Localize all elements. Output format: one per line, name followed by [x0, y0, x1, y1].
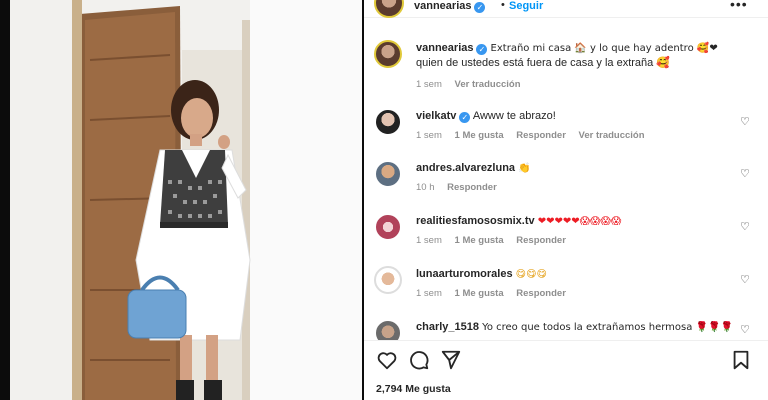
instagram-post-modal: vannearias ✓ • Seguir ••• vannearias ✓ Ext…: [0, 0, 768, 400]
commenter-username[interactable]: realitiesfamososmix.tv: [416, 215, 535, 227]
like-icon[interactable]: [376, 349, 398, 371]
caption-username[interactable]: vannearias: [416, 42, 473, 54]
heart-small-icon[interactable]: ♡: [740, 273, 750, 286]
caption-time: 1 sem: [416, 79, 442, 90]
commenter-avatar[interactable]: [374, 160, 402, 188]
author-username[interactable]: vannearias ✓: [414, 0, 486, 13]
caption-meta: 1 sem Ver traducción: [416, 79, 531, 90]
comment-text-line: realitiesfamososmix.tv ❤❤❤❤❤😱😱😱😱: [416, 214, 621, 229]
comment-time: 1 sem: [416, 288, 442, 299]
comment-meta: 1 sem 1 Me gusta Responder: [416, 288, 576, 299]
commenter-username[interactable]: charly_1518: [416, 321, 479, 333]
commenter-avatar[interactable]: [374, 108, 402, 136]
comment-meta: 1 sem 1 Me gusta Responder: [416, 235, 576, 246]
comment-text-line: lunaarturomorales 😋😋😋: [416, 267, 547, 282]
save-icon[interactable]: [730, 349, 752, 371]
caption-line-1: vannearias ✓ Extraño mi casa 🏠 y lo que h…: [416, 41, 718, 56]
commenter-username[interactable]: vielkatv: [416, 110, 456, 122]
verified-icon: ✓: [474, 2, 486, 13]
post-actions: 2,794 Me gusta: [364, 340, 768, 400]
comment-text: 👏: [518, 163, 531, 174]
comment-text: ❤❤❤❤❤😱😱😱😱: [537, 216, 622, 227]
modal-backdrop: [0, 0, 10, 400]
comment-text-line: andres.alvarezluna 👏: [416, 161, 531, 176]
comment-item: charly_1518 Yo creo que todos la extraña…: [364, 319, 768, 340]
heart-small-icon[interactable]: ♡: [740, 220, 750, 233]
commenter-avatar[interactable]: [374, 213, 402, 241]
more-icon[interactable]: •••: [730, 0, 748, 12]
author-avatar[interactable]: [374, 0, 404, 18]
reply-button[interactable]: Responder: [516, 288, 566, 299]
caption-line-2: quien de ustedes está fuera de casa y la…: [416, 57, 671, 69]
post-photo[interactable]: [10, 0, 362, 400]
comment-likes[interactable]: 1 Me gusta: [455, 130, 504, 141]
heart-small-icon[interactable]: ♡: [740, 167, 750, 180]
comment-meta: 1 sem 1 Me gusta Responder Ver traducció…: [416, 130, 655, 141]
see-translation-button[interactable]: Ver traducción: [455, 79, 521, 90]
comment-text: Awww te abrazo!: [472, 110, 556, 122]
comment-text-line: charly_1518 Yo creo que todos la extraña…: [416, 320, 733, 335]
comment-icon[interactable]: [408, 349, 430, 371]
reply-button[interactable]: Responder: [516, 235, 566, 246]
post-photo-illustration: [10, 0, 362, 400]
comment-likes[interactable]: 1 Me gusta: [455, 288, 504, 299]
commenter-avatar[interactable]: [374, 266, 402, 294]
comment-time: 1 sem: [416, 235, 442, 246]
separator-dot: •: [501, 0, 505, 11]
commenter-avatar[interactable]: [374, 319, 402, 340]
comment-text: 😋😋😋: [515, 269, 547, 280]
follow-button[interactable]: Seguir: [509, 0, 543, 12]
post-header: vannearias ✓ • Seguir •••: [364, 0, 768, 18]
comment-text-line: vielkatv ✓ Awww te abrazo!: [416, 109, 556, 124]
commenter-username[interactable]: andres.alvarezluna: [416, 162, 515, 174]
verified-icon: ✓: [459, 112, 471, 123]
caption-avatar[interactable]: [374, 40, 402, 68]
comment-text: Yo creo que todos la extrañamos hermosa …: [482, 322, 733, 333]
commenter-username[interactable]: lunaarturomorales: [416, 268, 513, 280]
comment-meta: 10 h Responder: [416, 182, 507, 193]
heart-small-icon[interactable]: ♡: [740, 323, 750, 336]
see-translation-button[interactable]: Ver traducción: [579, 130, 645, 141]
verified-icon: ✓: [476, 44, 488, 55]
comment-likes[interactable]: 1 Me gusta: [455, 235, 504, 246]
reply-button[interactable]: Responder: [447, 182, 497, 193]
caption-text-1: Extraño mi casa 🏠 y lo que hay adentro 🥰…: [490, 43, 718, 54]
likes-count[interactable]: 2,794 Me gusta: [376, 383, 451, 395]
author-username-text[interactable]: vannearias: [414, 0, 471, 12]
heart-small-icon[interactable]: ♡: [740, 115, 750, 128]
post-side-panel: vannearias ✓ • Seguir ••• vannearias ✓ Ext…: [364, 0, 768, 400]
comment-time: 10 h: [416, 182, 435, 193]
comment-time: 1 sem: [416, 130, 442, 141]
reply-button[interactable]: Responder: [516, 130, 566, 141]
share-icon[interactable]: [440, 349, 462, 371]
